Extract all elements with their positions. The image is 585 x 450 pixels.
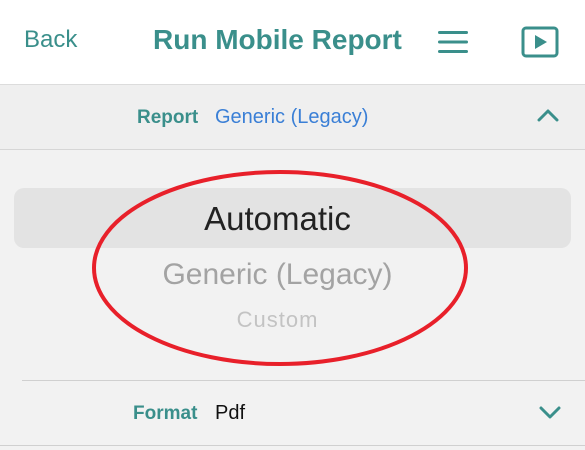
picker-option-generic-legacy[interactable]: Generic (Legacy) — [0, 258, 555, 292]
chevron-up-icon[interactable] — [537, 107, 559, 123]
nav-header: Back Run Mobile Report — [0, 0, 585, 85]
report-label: Report — [137, 107, 199, 128]
divider — [0, 445, 585, 446]
report-selector-row[interactable]: Report Generic (Legacy) — [0, 85, 585, 150]
format-value[interactable]: Pdf — [215, 402, 245, 425]
report-value[interactable]: Generic (Legacy) — [215, 106, 368, 129]
picker-option-custom[interactable]: Custom — [0, 307, 555, 333]
format-selector-row[interactable]: Format Pdf — [0, 381, 585, 445]
picker-option-automatic[interactable]: Automatic — [0, 200, 555, 238]
page-title: Run Mobile Report — [153, 24, 402, 55]
format-label: Format — [133, 403, 198, 424]
report-picker-wheel[interactable]: Automatic Generic (Legacy) Custom — [0, 150, 585, 380]
back-button[interactable]: Back — [24, 26, 77, 54]
play-icon[interactable] — [521, 26, 559, 58]
hamburger-menu-icon[interactable] — [438, 30, 468, 54]
chevron-down-icon[interactable] — [539, 405, 561, 421]
